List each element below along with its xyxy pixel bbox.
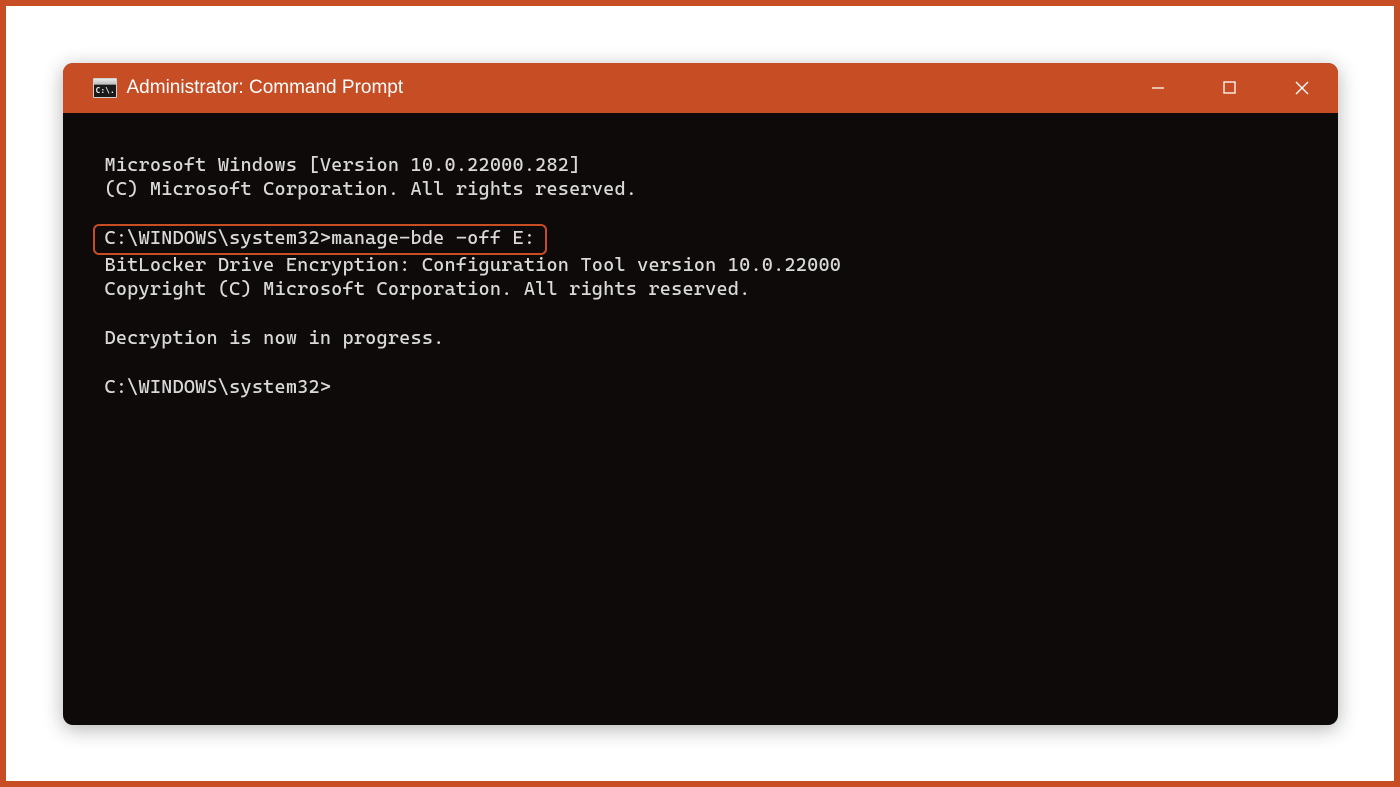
terminal-line-copyright: (C) Microsoft Corporation. All rights re… (105, 177, 1296, 202)
cmd-icon-label: C:\. (96, 86, 115, 95)
close-icon (1295, 81, 1309, 95)
terminal-line-tool-copyright: Copyright (C) Microsoft Corporation. All… (105, 277, 1296, 302)
window-controls (1122, 63, 1338, 113)
command-prompt-window: C:\. Administrator: Command Prompt Micro… (63, 63, 1338, 725)
titlebar[interactable]: C:\. Administrator: Command Prompt (63, 63, 1338, 113)
terminal-body[interactable]: Microsoft Windows [Version 10.0.22000.28… (63, 113, 1338, 440)
blank-line (105, 351, 1296, 375)
terminal-line-prompt: C:\WINDOWS\system32> (105, 375, 1296, 400)
terminal-line-command: C:\WINDOWS\system32>manage-bde -off E: (93, 224, 548, 255)
blank-line (105, 302, 1296, 326)
minimize-icon (1151, 81, 1165, 95)
close-button[interactable] (1266, 63, 1338, 113)
minimize-button[interactable] (1122, 63, 1194, 113)
blank-line (105, 202, 1296, 226)
highlighted-command-wrapper: C:\WINDOWS\system32>manage-bde -off E: (105, 226, 1296, 253)
cmd-icon: C:\. (93, 78, 117, 98)
window-title: Administrator: Command Prompt (127, 77, 404, 99)
terminal-line-status: Decryption is now in progress. (105, 326, 1296, 351)
maximize-icon (1223, 81, 1236, 94)
maximize-button[interactable] (1194, 63, 1266, 113)
terminal-line-version: Microsoft Windows [Version 10.0.22000.28… (105, 153, 1296, 178)
terminal-line-tool: BitLocker Drive Encryption: Configuratio… (105, 253, 1296, 278)
page-frame: C:\. Administrator: Command Prompt Micro… (6, 6, 1394, 781)
